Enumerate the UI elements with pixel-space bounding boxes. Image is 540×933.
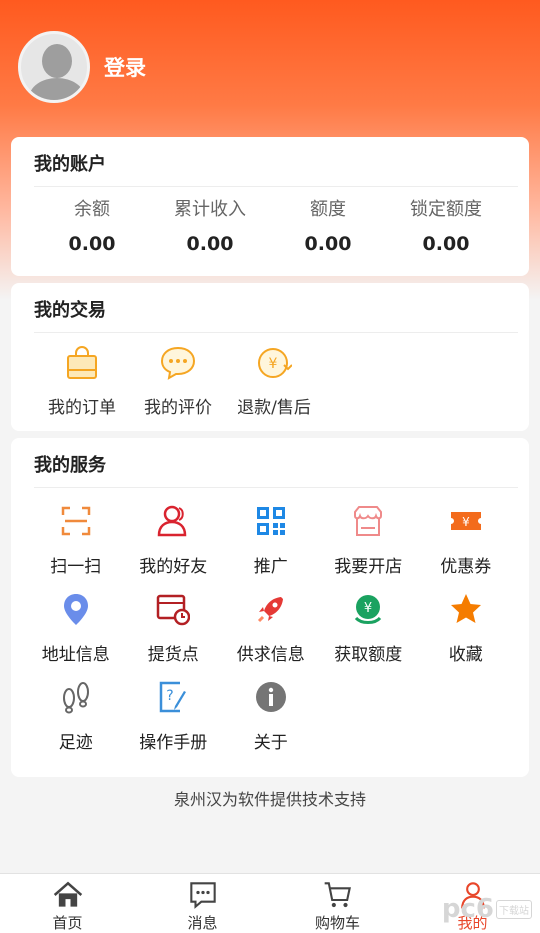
service-item-promote[interactable]: 推广 bbox=[222, 504, 320, 592]
message-icon bbox=[189, 882, 216, 909]
service-label: 供求信息 bbox=[236, 645, 305, 665]
watermark-text: pc6 bbox=[441, 894, 494, 924]
service-label: 扫一扫 bbox=[50, 557, 102, 577]
service-title: 我的服务 bbox=[34, 438, 518, 488]
refund-icon: ¥ bbox=[258, 348, 292, 378]
service-label: 提货点 bbox=[147, 645, 199, 665]
manual-icon: ? bbox=[160, 681, 187, 713]
service-item-footprint[interactable]: 足迹 bbox=[27, 680, 125, 768]
trade-label: 我的订单 bbox=[48, 398, 116, 418]
stat-label: 余额 bbox=[74, 199, 110, 220]
service-label: 优惠券 bbox=[440, 557, 492, 577]
account-stats: 余额 0.00 累计收入 0.00 额度 0.00 锁定额度 0.00 bbox=[11, 195, 529, 255]
service-label: 足迹 bbox=[58, 733, 93, 753]
stat-label: 锁定额度 bbox=[410, 199, 482, 220]
profile-header[interactable]: 登录 bbox=[18, 31, 146, 103]
location-pin-icon bbox=[63, 594, 88, 625]
service-item-supply-demand[interactable]: 供求信息 bbox=[222, 592, 320, 680]
service-item-about[interactable]: 关于 bbox=[222, 680, 320, 768]
tab-cart[interactable]: 购物车 bbox=[270, 874, 405, 933]
service-item-address[interactable]: 地址信息 bbox=[27, 592, 125, 680]
svg-text:¥: ¥ bbox=[364, 601, 372, 616]
service-label: 地址信息 bbox=[41, 645, 110, 665]
service-item-get-credit[interactable]: ¥ 获取额度 bbox=[320, 592, 418, 680]
store-icon bbox=[354, 506, 383, 536]
avatar[interactable] bbox=[18, 31, 90, 103]
service-item-friends[interactable]: 我的好友 bbox=[125, 504, 223, 592]
get-credit-icon: ¥ bbox=[355, 595, 382, 624]
home-icon bbox=[53, 881, 82, 907]
pickup-point-icon bbox=[157, 594, 191, 626]
stat-label: 累计收入 bbox=[174, 199, 246, 220]
trade-card: 我的交易 我的订单 我的评价 ¥ 退款/售后 bbox=[11, 283, 529, 431]
stat-value: 0.00 bbox=[422, 233, 470, 255]
service-item-pickup-point[interactable]: 提货点 bbox=[125, 592, 223, 680]
star-icon bbox=[450, 594, 481, 623]
shopping-bag-icon bbox=[67, 346, 97, 379]
stat-value: 0.00 bbox=[68, 233, 116, 255]
service-label: 我的好友 bbox=[139, 557, 208, 577]
info-icon bbox=[255, 682, 286, 712]
watermark-badge: 下载站 bbox=[496, 899, 532, 919]
service-label: 获取额度 bbox=[334, 645, 403, 665]
service-item-open-store[interactable]: 我要开店 bbox=[320, 504, 418, 592]
account-card: 我的账户 余额 0.00 累计收入 0.00 额度 0.00 锁定额度 0.00 bbox=[11, 137, 529, 276]
trade-title: 我的交易 bbox=[34, 283, 518, 333]
stat-balance[interactable]: 余额 0.00 bbox=[33, 195, 151, 255]
tab-label: 购物车 bbox=[314, 914, 360, 932]
service-label: 关于 bbox=[253, 733, 288, 753]
tab-label: 消息 bbox=[187, 914, 218, 932]
stat-value: 0.00 bbox=[304, 233, 352, 255]
stat-total-income[interactable]: 累计收入 0.00 bbox=[151, 195, 269, 255]
service-item-favorites[interactable]: 收藏 bbox=[417, 592, 515, 680]
svg-text:?: ? bbox=[167, 688, 174, 704]
service-item-scan[interactable]: 扫一扫 bbox=[27, 504, 125, 592]
friends-icon bbox=[157, 505, 187, 537]
stat-credit[interactable]: 额度 0.00 bbox=[269, 195, 387, 255]
cart-icon bbox=[324, 882, 351, 908]
stat-label: 额度 bbox=[310, 199, 346, 220]
trade-label: 退款/售后 bbox=[237, 398, 311, 418]
tab-label: 首页 bbox=[52, 914, 83, 932]
chat-bubble-icon bbox=[160, 346, 196, 380]
trade-item-orders[interactable]: 我的订单 bbox=[34, 345, 130, 418]
stat-value: 0.00 bbox=[186, 233, 234, 255]
trade-item-reviews[interactable]: 我的评价 bbox=[130, 345, 226, 418]
svg-text:¥: ¥ bbox=[269, 356, 278, 372]
service-card: 我的服务 扫一扫 我的好友 推广 我要开店 ¥ 优惠券 地址信息 提货点 供求信… bbox=[11, 438, 529, 777]
footprint-icon bbox=[62, 682, 89, 714]
svg-text:¥: ¥ bbox=[462, 515, 470, 529]
coupon-icon: ¥ bbox=[450, 512, 481, 530]
rocket-icon bbox=[257, 597, 283, 623]
scan-icon bbox=[61, 506, 90, 536]
service-label: 我要开店 bbox=[334, 557, 403, 577]
trade-item-refund[interactable]: ¥ 退款/售后 bbox=[226, 345, 322, 418]
service-item-manual[interactable]: ? 操作手册 bbox=[125, 680, 223, 768]
stat-locked-credit[interactable]: 锁定额度 0.00 bbox=[387, 195, 505, 255]
login-link[interactable]: 登录 bbox=[104, 52, 146, 82]
tech-support-text: 泉州汉为软件提供技术支持 bbox=[173, 790, 366, 809]
account-title: 我的账户 bbox=[34, 137, 518, 187]
qr-code-icon bbox=[256, 507, 285, 535]
tab-messages[interactable]: 消息 bbox=[135, 874, 270, 933]
service-label: 操作手册 bbox=[139, 733, 208, 753]
service-item-coupon[interactable]: ¥ 优惠券 bbox=[417, 504, 515, 592]
watermark-logo: pc6 下载站 bbox=[442, 894, 532, 924]
service-label: 收藏 bbox=[448, 645, 483, 665]
trade-label: 我的评价 bbox=[144, 398, 212, 418]
service-label: 推广 bbox=[253, 557, 288, 577]
tab-home[interactable]: 首页 bbox=[0, 874, 135, 933]
